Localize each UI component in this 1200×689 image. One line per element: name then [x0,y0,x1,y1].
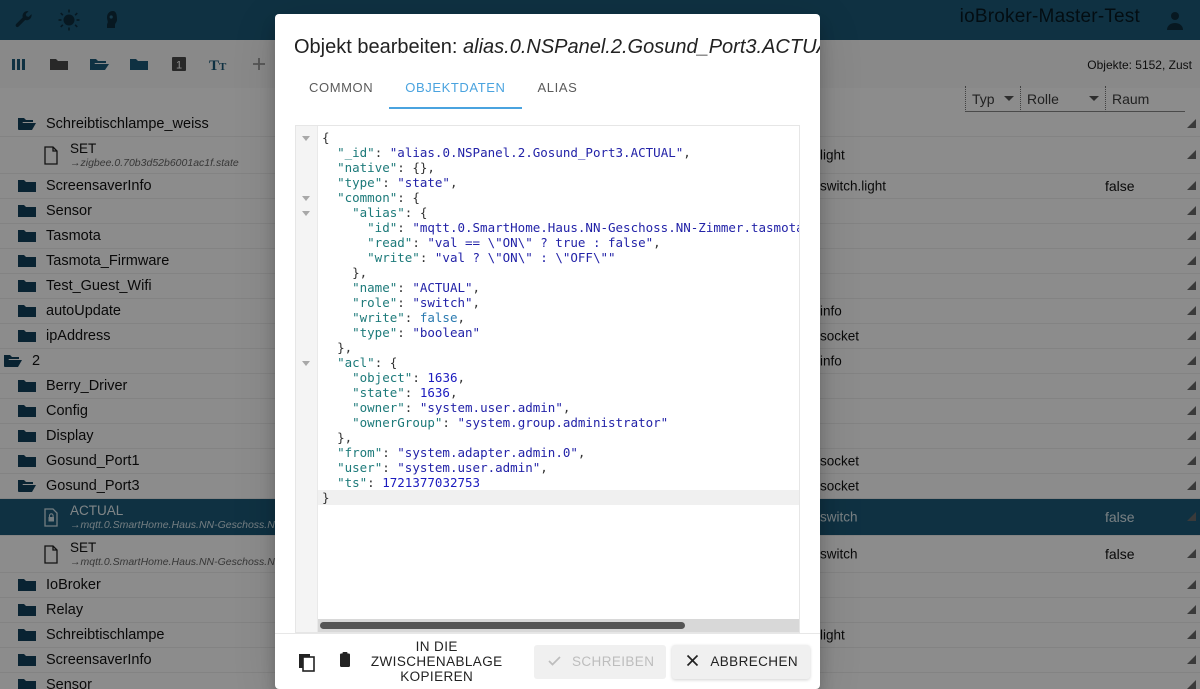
code-line: }, [352,265,368,280]
dialog-title-prefix: Objekt bearbeiten: [294,36,463,58]
app-root: Schreibtischlampe_weiss SET →zigbee.0.70b3… [0,0,1200,689]
code-line: "id": "mqtt.0.SmartHome.Haus.NN-Geschoss… [367,220,799,235]
code-line: "write": "val ? \"ON\" : \"OFF\"" [367,250,616,265]
copy-to-clipboard-button[interactable]: IN DIE ZWISCHENABLAGE KOPIEREN [324,639,522,684]
check-icon [546,652,563,672]
editor-horizontal-scrollbar[interactable] [318,619,799,632]
editor-code-area[interactable]: { "_id": "alias.0.NSPanel.2.Gosund_Port3… [318,126,799,618]
code-line: "state": 1636, [352,385,458,400]
code-line: } [318,490,799,505]
code-line: { [322,130,330,145]
code-line: "native": {}, [337,160,435,175]
tab-label: COMMON [309,79,374,95]
code-line: "type": "state", [337,175,458,190]
scrollbar-thumb[interactable] [320,622,685,629]
code-line: "acl": { [337,355,398,370]
code-line: "alias": { [352,205,428,220]
code-line: "_id": "alias.0.NSPanel.2.Gosund_Port3.A… [337,145,691,160]
dialog-title-object-id: alias.0.NSPanel.2.Gosund_Port3.ACTUAL [463,36,820,58]
fold-toggle-icon[interactable] [302,211,310,216]
code-line: "owner": "system.user.admin", [352,400,571,415]
code-line: "ownerGroup": "system.group.administrato… [352,415,669,430]
close-icon [684,652,701,672]
dialog-title: Objekt bearbeiten: alias.0.NSPanel.2.Gos… [275,14,820,65]
code-line: }, [337,430,353,445]
dialog-action-bar: IN DIE ZWISCHENABLAGE KOPIEREN SCHREIBEN… [275,633,820,689]
json-editor[interactable]: { "_id": "alias.0.NSPanel.2.Gosund_Port3… [295,125,800,633]
code-line: "type": "boolean" [352,325,481,340]
write-label: SCHREIBEN [572,654,655,669]
code-line: "role": "switch", [352,295,481,310]
tab-common[interactable]: COMMON [293,65,389,109]
fold-toggle-icon[interactable] [302,196,310,201]
code-line: "name": "ACTUAL", [352,280,481,295]
code-line: "ts": 1721377032753 [337,475,481,490]
dialog-tabs[interactable]: COMMON OBJEKTDATEN ALIAS [275,65,820,109]
copy-to-clipboard-label: IN DIE ZWISCHENABLAGE KOPIEREN [370,639,503,684]
tab-alias[interactable]: ALIAS [522,65,594,109]
code-line: "common": { [337,190,420,205]
tab-label: ALIAS [537,79,578,95]
fold-toggle-icon[interactable] [302,136,310,141]
tab-objektdaten[interactable]: OBJEKTDATEN [389,65,522,109]
code-line: "write": false, [352,310,466,325]
copy-pages-icon[interactable] [295,643,318,681]
code-line: "from": "system.adapter.admin.0", [337,445,586,460]
editor-fold-gutter[interactable] [296,126,318,632]
code-line: "user": "system.user.admin", [337,460,548,475]
cancel-button[interactable]: ABBRECHEN [672,644,810,679]
fold-toggle-icon[interactable] [302,361,310,366]
tab-label: OBJEKTDATEN [405,79,506,95]
clipboard-icon [336,651,354,672]
code-line: }, [337,340,353,355]
write-button[interactable]: SCHREIBEN [534,644,667,679]
code-line: "read": "val == \"ON\" ? true : false", [367,235,661,250]
code-line: "object": 1636, [352,370,466,385]
edit-object-dialog: Objekt bearbeiten: alias.0.NSPanel.2.Gos… [275,14,820,689]
cancel-label: ABBRECHEN [710,654,798,669]
